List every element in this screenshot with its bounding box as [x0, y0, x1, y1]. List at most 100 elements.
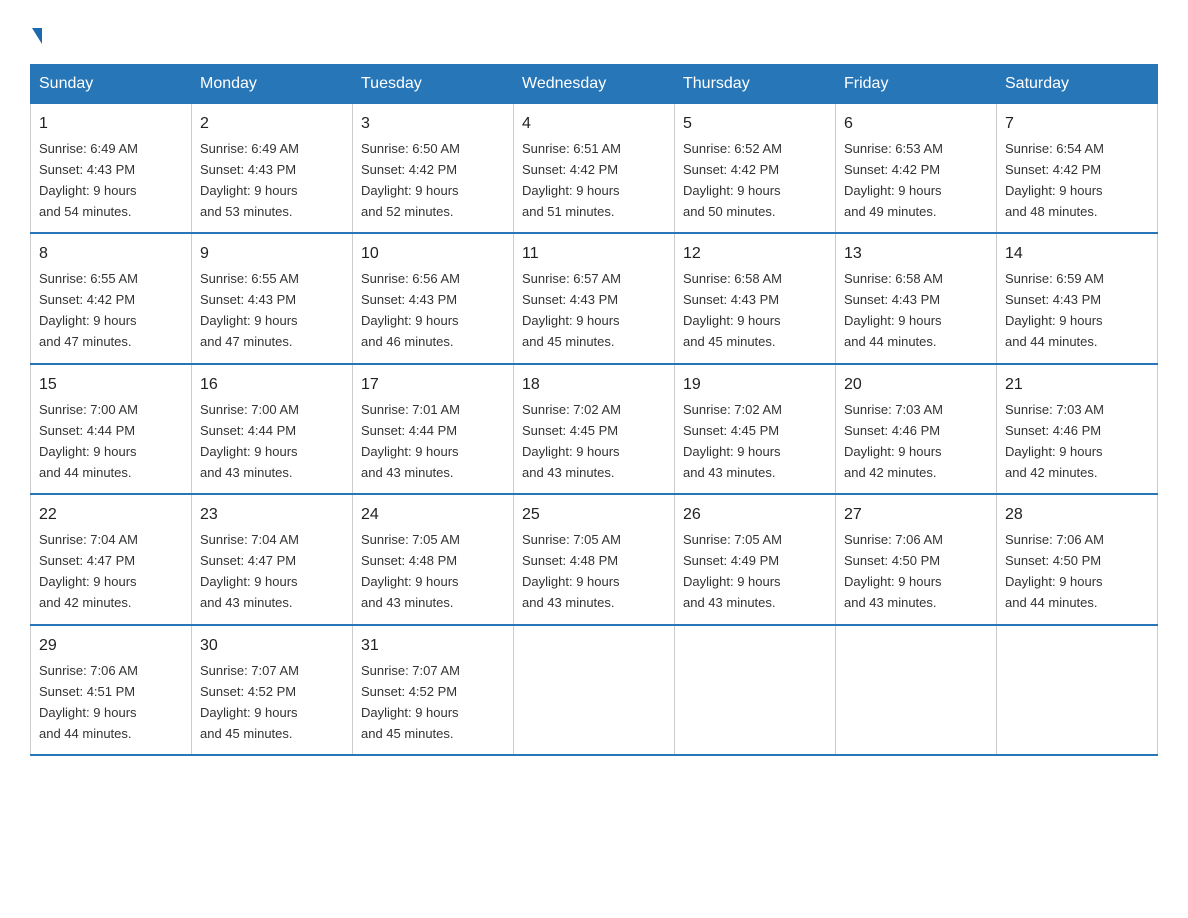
day-info: Sunrise: 6:52 AMSunset: 4:42 PMDaylight:… [683, 141, 782, 219]
day-info: Sunrise: 7:02 AMSunset: 4:45 PMDaylight:… [522, 402, 621, 480]
day-info: Sunrise: 7:07 AMSunset: 4:52 PMDaylight:… [361, 663, 460, 741]
day-number: 30 [200, 634, 344, 659]
day-number: 10 [361, 242, 505, 267]
table-row [836, 625, 997, 755]
calendar-header: SundayMondayTuesdayWednesdayThursdayFrid… [31, 65, 1158, 104]
day-number: 6 [844, 112, 988, 137]
day-number: 9 [200, 242, 344, 267]
day-info: Sunrise: 6:50 AMSunset: 4:42 PMDaylight:… [361, 141, 460, 219]
weekday-row: SundayMondayTuesdayWednesdayThursdayFrid… [31, 65, 1158, 104]
table-row: 10 Sunrise: 6:56 AMSunset: 4:43 PMDaylig… [353, 233, 514, 363]
day-info: Sunrise: 7:06 AMSunset: 4:51 PMDaylight:… [39, 663, 138, 741]
table-row: 23 Sunrise: 7:04 AMSunset: 4:47 PMDaylig… [192, 494, 353, 624]
page-header [30, 20, 1158, 46]
table-row: 26 Sunrise: 7:05 AMSunset: 4:49 PMDaylig… [675, 494, 836, 624]
day-info: Sunrise: 6:56 AMSunset: 4:43 PMDaylight:… [361, 271, 460, 349]
table-row: 20 Sunrise: 7:03 AMSunset: 4:46 PMDaylig… [836, 364, 997, 494]
week-row-3: 15 Sunrise: 7:00 AMSunset: 4:44 PMDaylig… [31, 364, 1158, 494]
day-info: Sunrise: 7:07 AMSunset: 4:52 PMDaylight:… [200, 663, 299, 741]
day-number: 24 [361, 503, 505, 528]
day-number: 23 [200, 503, 344, 528]
day-info: Sunrise: 7:05 AMSunset: 4:48 PMDaylight:… [361, 532, 460, 610]
table-row: 24 Sunrise: 7:05 AMSunset: 4:48 PMDaylig… [353, 494, 514, 624]
day-number: 2 [200, 112, 344, 137]
calendar-body: 1 Sunrise: 6:49 AMSunset: 4:43 PMDayligh… [31, 104, 1158, 756]
day-info: Sunrise: 6:55 AMSunset: 4:42 PMDaylight:… [39, 271, 138, 349]
day-info: Sunrise: 7:06 AMSunset: 4:50 PMDaylight:… [844, 532, 943, 610]
table-row: 12 Sunrise: 6:58 AMSunset: 4:43 PMDaylig… [675, 233, 836, 363]
calendar-table: SundayMondayTuesdayWednesdayThursdayFrid… [30, 64, 1158, 756]
week-row-4: 22 Sunrise: 7:04 AMSunset: 4:47 PMDaylig… [31, 494, 1158, 624]
day-number: 16 [200, 373, 344, 398]
day-number: 11 [522, 242, 666, 267]
day-info: Sunrise: 6:57 AMSunset: 4:43 PMDaylight:… [522, 271, 621, 349]
day-info: Sunrise: 7:05 AMSunset: 4:49 PMDaylight:… [683, 532, 782, 610]
table-row: 2 Sunrise: 6:49 AMSunset: 4:43 PMDayligh… [192, 104, 353, 234]
table-row: 19 Sunrise: 7:02 AMSunset: 4:45 PMDaylig… [675, 364, 836, 494]
table-row: 11 Sunrise: 6:57 AMSunset: 4:43 PMDaylig… [514, 233, 675, 363]
day-info: Sunrise: 6:55 AMSunset: 4:43 PMDaylight:… [200, 271, 299, 349]
table-row: 15 Sunrise: 7:00 AMSunset: 4:44 PMDaylig… [31, 364, 192, 494]
table-row: 6 Sunrise: 6:53 AMSunset: 4:42 PMDayligh… [836, 104, 997, 234]
day-number: 21 [1005, 373, 1149, 398]
day-info: Sunrise: 6:58 AMSunset: 4:43 PMDaylight:… [683, 271, 782, 349]
week-row-5: 29 Sunrise: 7:06 AMSunset: 4:51 PMDaylig… [31, 625, 1158, 755]
weekday-friday: Friday [836, 65, 997, 104]
day-info: Sunrise: 7:04 AMSunset: 4:47 PMDaylight:… [39, 532, 138, 610]
week-row-2: 8 Sunrise: 6:55 AMSunset: 4:42 PMDayligh… [31, 233, 1158, 363]
week-row-1: 1 Sunrise: 6:49 AMSunset: 4:43 PMDayligh… [31, 104, 1158, 234]
day-info: Sunrise: 7:00 AMSunset: 4:44 PMDaylight:… [200, 402, 299, 480]
day-info: Sunrise: 7:00 AMSunset: 4:44 PMDaylight:… [39, 402, 138, 480]
day-info: Sunrise: 6:53 AMSunset: 4:42 PMDaylight:… [844, 141, 943, 219]
table-row: 8 Sunrise: 6:55 AMSunset: 4:42 PMDayligh… [31, 233, 192, 363]
day-info: Sunrise: 7:01 AMSunset: 4:44 PMDaylight:… [361, 402, 460, 480]
weekday-tuesday: Tuesday [353, 65, 514, 104]
day-info: Sunrise: 7:05 AMSunset: 4:48 PMDaylight:… [522, 532, 621, 610]
day-number: 20 [844, 373, 988, 398]
day-number: 22 [39, 503, 183, 528]
day-info: Sunrise: 6:49 AMSunset: 4:43 PMDaylight:… [200, 141, 299, 219]
day-number: 14 [1005, 242, 1149, 267]
table-row: 31 Sunrise: 7:07 AMSunset: 4:52 PMDaylig… [353, 625, 514, 755]
day-number: 7 [1005, 112, 1149, 137]
day-number: 15 [39, 373, 183, 398]
table-row: 13 Sunrise: 6:58 AMSunset: 4:43 PMDaylig… [836, 233, 997, 363]
day-number: 3 [361, 112, 505, 137]
logo [30, 28, 42, 46]
day-number: 1 [39, 112, 183, 137]
table-row: 17 Sunrise: 7:01 AMSunset: 4:44 PMDaylig… [353, 364, 514, 494]
day-number: 17 [361, 373, 505, 398]
day-number: 31 [361, 634, 505, 659]
day-info: Sunrise: 6:58 AMSunset: 4:43 PMDaylight:… [844, 271, 943, 349]
day-info: Sunrise: 6:49 AMSunset: 4:43 PMDaylight:… [39, 141, 138, 219]
table-row: 1 Sunrise: 6:49 AMSunset: 4:43 PMDayligh… [31, 104, 192, 234]
day-number: 19 [683, 373, 827, 398]
table-row: 27 Sunrise: 7:06 AMSunset: 4:50 PMDaylig… [836, 494, 997, 624]
day-info: Sunrise: 7:03 AMSunset: 4:46 PMDaylight:… [844, 402, 943, 480]
weekday-wednesday: Wednesday [514, 65, 675, 104]
table-row: 16 Sunrise: 7:00 AMSunset: 4:44 PMDaylig… [192, 364, 353, 494]
day-info: Sunrise: 6:59 AMSunset: 4:43 PMDaylight:… [1005, 271, 1104, 349]
day-number: 8 [39, 242, 183, 267]
weekday-monday: Monday [192, 65, 353, 104]
table-row: 3 Sunrise: 6:50 AMSunset: 4:42 PMDayligh… [353, 104, 514, 234]
day-number: 29 [39, 634, 183, 659]
day-number: 5 [683, 112, 827, 137]
table-row [514, 625, 675, 755]
table-row: 9 Sunrise: 6:55 AMSunset: 4:43 PMDayligh… [192, 233, 353, 363]
day-number: 27 [844, 503, 988, 528]
day-number: 12 [683, 242, 827, 267]
day-number: 25 [522, 503, 666, 528]
table-row: 21 Sunrise: 7:03 AMSunset: 4:46 PMDaylig… [997, 364, 1158, 494]
day-info: Sunrise: 7:03 AMSunset: 4:46 PMDaylight:… [1005, 402, 1104, 480]
table-row: 18 Sunrise: 7:02 AMSunset: 4:45 PMDaylig… [514, 364, 675, 494]
table-row: 22 Sunrise: 7:04 AMSunset: 4:47 PMDaylig… [31, 494, 192, 624]
table-row: 30 Sunrise: 7:07 AMSunset: 4:52 PMDaylig… [192, 625, 353, 755]
table-row: 14 Sunrise: 6:59 AMSunset: 4:43 PMDaylig… [997, 233, 1158, 363]
day-info: Sunrise: 7:04 AMSunset: 4:47 PMDaylight:… [200, 532, 299, 610]
table-row: 4 Sunrise: 6:51 AMSunset: 4:42 PMDayligh… [514, 104, 675, 234]
day-number: 4 [522, 112, 666, 137]
table-row: 5 Sunrise: 6:52 AMSunset: 4:42 PMDayligh… [675, 104, 836, 234]
table-row: 28 Sunrise: 7:06 AMSunset: 4:50 PMDaylig… [997, 494, 1158, 624]
day-number: 28 [1005, 503, 1149, 528]
